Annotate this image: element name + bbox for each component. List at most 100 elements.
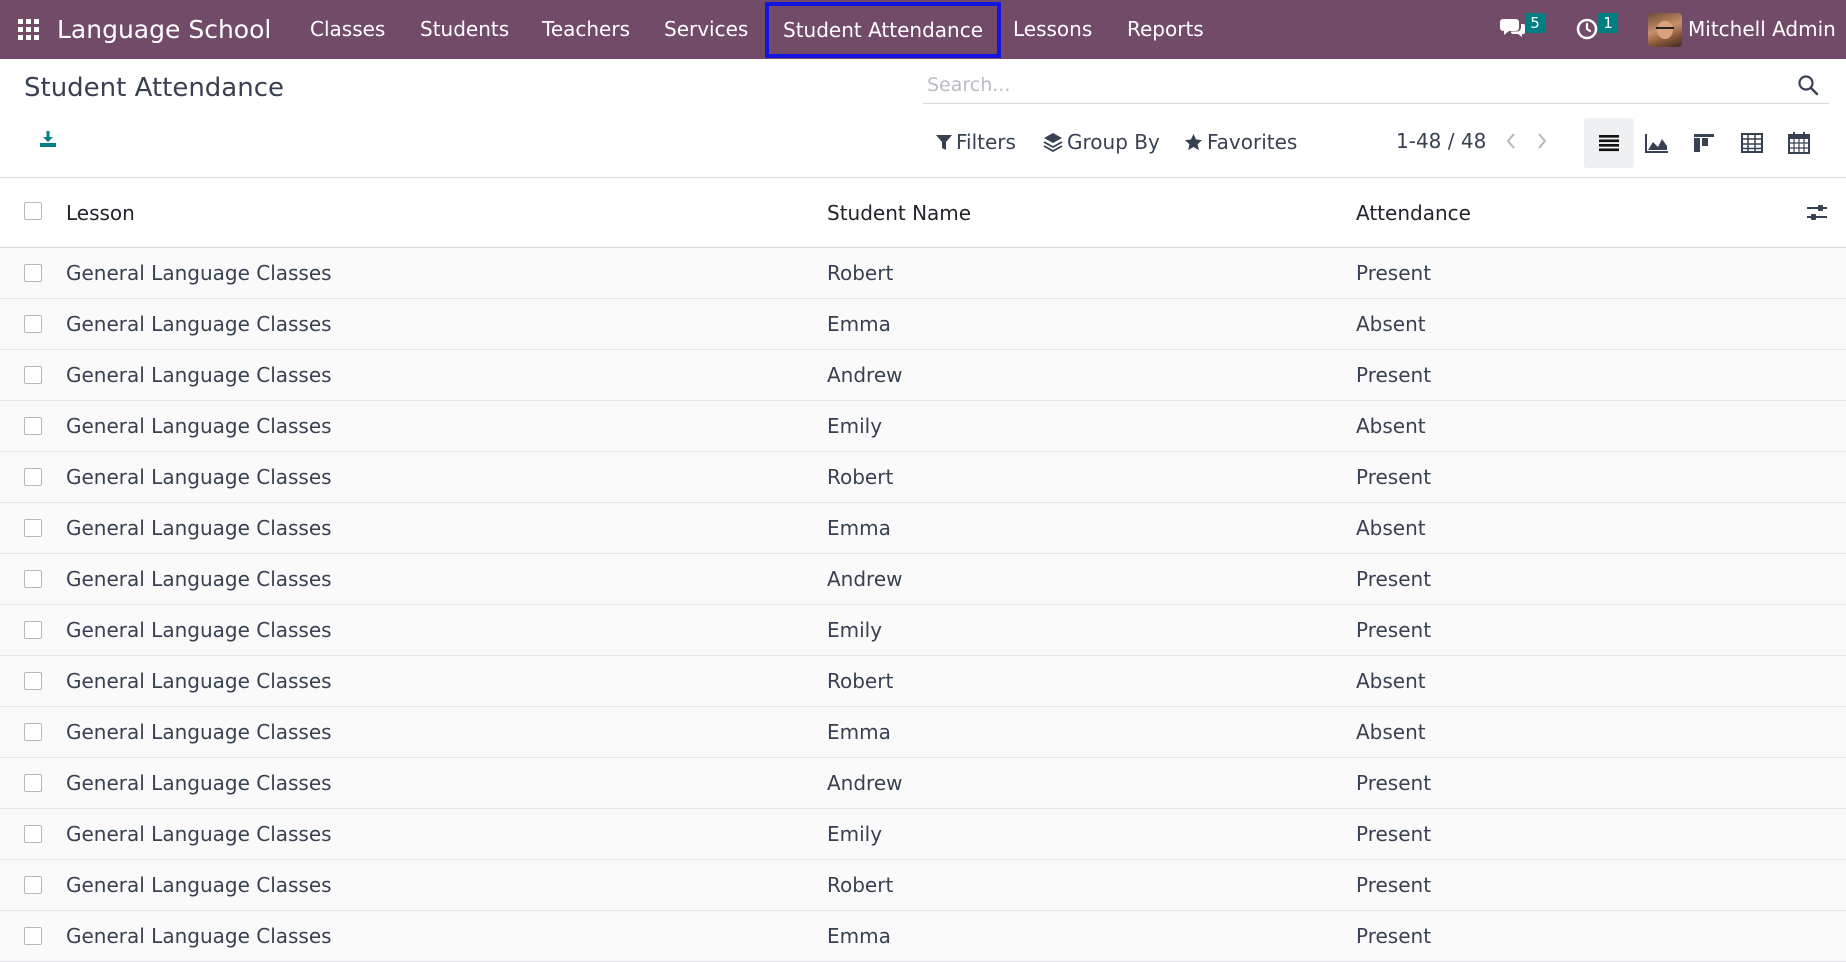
row-checkbox[interactable] [24,621,42,639]
cell-student-name: Andrew [827,363,903,387]
cell-attendance: Present [1356,363,1432,387]
cell-student-name: Emma [827,720,891,744]
filter-icon [936,134,952,150]
table-row[interactable]: General Language Classes Robert Absent [0,656,1846,707]
header-attendance[interactable]: Attendance [1356,201,1471,225]
attendance-table: Lesson Student Name Attendance General L… [0,177,1846,962]
menu-students[interactable]: Students [420,0,509,59]
menu-classes[interactable]: Classes [310,0,385,59]
cell-student-name: Andrew [827,771,903,795]
menu-reports[interactable]: Reports [1127,0,1204,59]
cell-attendance: Absent [1356,669,1426,693]
cell-student-name: Robert [827,873,894,897]
row-checkbox[interactable] [24,723,42,741]
menu-services[interactable]: Services [664,0,748,59]
cell-student-name: Emma [827,516,891,540]
cell-student-name: Andrew [827,567,903,591]
group-by-button[interactable]: Group By [1043,130,1160,154]
filters-label: Filters [956,130,1016,154]
cell-attendance: Present [1356,567,1432,591]
row-checkbox[interactable] [24,774,42,792]
table-row[interactable]: General Language Classes Robert Present [0,860,1846,911]
cell-attendance: Absent [1356,312,1426,336]
calendar-view-icon[interactable] [1774,118,1824,168]
list-view-icon[interactable] [1584,118,1634,168]
header-lesson[interactable]: Lesson [66,201,135,225]
table-row[interactable]: General Language Classes Emma Absent [0,503,1846,554]
table-row[interactable]: General Language Classes Robert Present [0,452,1846,503]
row-checkbox[interactable] [24,570,42,588]
filters-button[interactable]: Filters [936,130,1016,154]
pager-value[interactable]: 1-48 / 48 [1396,129,1486,153]
menu-lessons[interactable]: Lessons [1013,0,1092,59]
row-checkbox[interactable] [24,366,42,384]
search-input[interactable] [925,70,1769,100]
table-row[interactable]: General Language Classes Emily Present [0,809,1846,860]
cell-lesson: General Language Classes [66,771,332,795]
row-checkbox[interactable] [24,876,42,894]
table-row[interactable]: General Language Classes Andrew Present [0,350,1846,401]
chevron-right-icon[interactable] [1536,131,1548,155]
cell-attendance: Present [1356,873,1432,897]
graph-view-icon[interactable] [1632,118,1682,168]
cell-attendance: Absent [1356,414,1426,438]
header-student-name[interactable]: Student Name [827,201,971,225]
cell-student-name: Emma [827,924,891,948]
cell-attendance: Absent [1356,516,1426,540]
chevron-left-icon[interactable] [1505,131,1517,155]
table-row[interactable]: General Language Classes Emily Absent [0,401,1846,452]
select-all-checkbox[interactable] [24,202,42,220]
cell-attendance: Present [1356,618,1432,642]
user-avatar[interactable] [1648,13,1682,47]
cell-attendance: Present [1356,771,1432,795]
messages-badge: 5 [1525,13,1545,33]
page-title: Student Attendance [24,73,285,103]
cell-lesson: General Language Classes [66,261,332,285]
row-checkbox[interactable] [24,519,42,537]
row-checkbox[interactable] [24,264,42,282]
cell-student-name: Emily [827,414,883,438]
cell-lesson: General Language Classes [66,465,332,489]
chat-icon[interactable] [1500,16,1526,44]
cell-lesson: General Language Classes [66,669,332,693]
cell-lesson: General Language Classes [66,312,332,336]
cell-lesson: General Language Classes [66,567,332,591]
cell-student-name: Robert [827,465,894,489]
cell-student-name: Emily [827,618,883,642]
kanban-view-icon[interactable] [1679,118,1729,168]
favorites-label: Favorites [1207,130,1298,154]
download-icon[interactable] [38,129,58,153]
star-icon [1184,133,1203,150]
menu-student-attendance[interactable]: Student Attendance [765,2,1002,58]
column-settings-icon[interactable] [1806,203,1828,227]
table-row[interactable]: General Language Classes Robert Present [0,248,1846,299]
row-checkbox[interactable] [24,825,42,843]
pivot-view-icon[interactable] [1727,118,1777,168]
table-row[interactable]: General Language Classes Emma Present [0,911,1846,962]
clock-icon[interactable] [1575,16,1599,44]
cell-student-name: Emma [827,312,891,336]
cell-student-name: Robert [827,261,894,285]
table-row[interactable]: General Language Classes Emily Present [0,605,1846,656]
favorites-button[interactable]: Favorites [1184,130,1297,154]
row-checkbox[interactable] [24,672,42,690]
cell-attendance: Present [1356,465,1432,489]
cell-lesson: General Language Classes [66,618,332,642]
row-checkbox[interactable] [24,927,42,945]
search-icon[interactable] [1797,74,1819,100]
row-checkbox[interactable] [24,315,42,333]
menu-teachers[interactable]: Teachers [542,0,630,59]
cell-attendance: Present [1356,924,1432,948]
table-row[interactable]: General Language Classes Emma Absent [0,299,1846,350]
apps-grid-icon[interactable] [18,19,39,40]
top-navbar: Language School Classes Students Teacher… [0,0,1846,59]
cell-lesson: General Language Classes [66,720,332,744]
table-row[interactable]: General Language Classes Emma Absent [0,707,1846,758]
row-checkbox[interactable] [24,417,42,435]
group-by-label: Group By [1067,130,1160,154]
row-checkbox[interactable] [24,468,42,486]
table-row[interactable]: General Language Classes Andrew Present [0,554,1846,605]
app-brand[interactable]: Language School [57,15,271,44]
user-menu[interactable]: Mitchell Admin [1688,17,1836,41]
table-row[interactable]: General Language Classes Andrew Present [0,758,1846,809]
